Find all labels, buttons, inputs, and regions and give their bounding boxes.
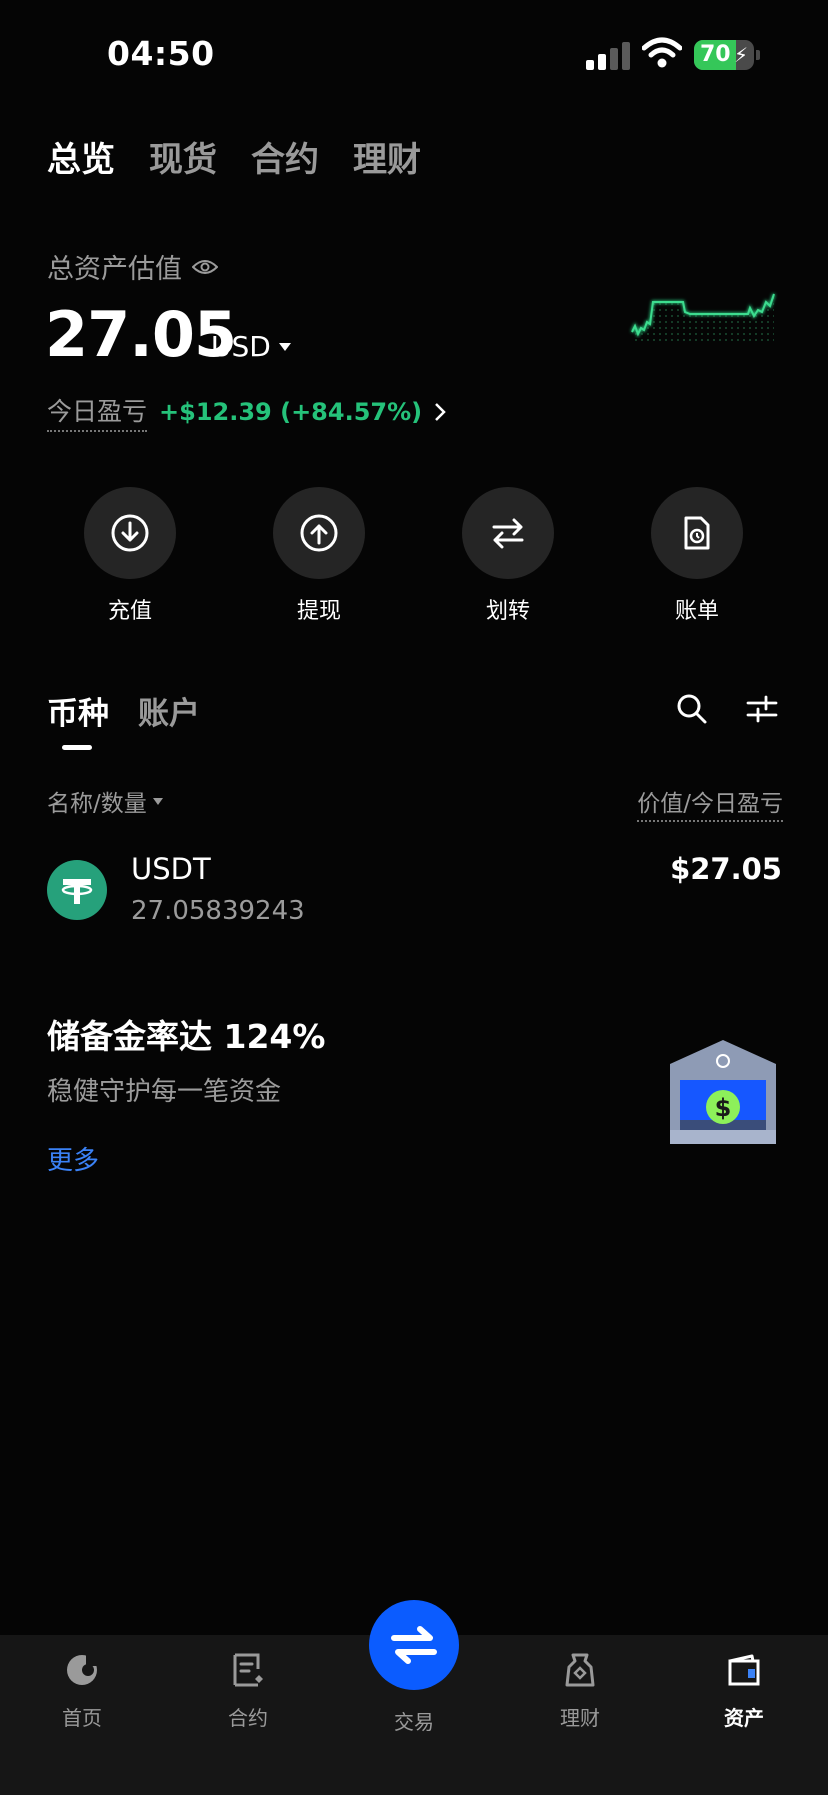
vault-bank-icon: $ bbox=[670, 1040, 776, 1144]
transfer-icon bbox=[462, 487, 554, 579]
total-asset-label: 总资产估值 bbox=[47, 254, 182, 285]
tab-coins[interactable]: 币种 bbox=[47, 688, 109, 733]
filter-settings-icon[interactable] bbox=[746, 694, 778, 724]
nav-finance[interactable]: 理财 bbox=[530, 1648, 630, 1731]
bill-button[interactable]: 账单 bbox=[637, 487, 757, 625]
name-amount-label: 名称/数量 bbox=[47, 791, 147, 817]
tab-accounts[interactable]: 账户 bbox=[138, 688, 200, 733]
nav-home-label: 首页 bbox=[62, 1706, 102, 1730]
wifi-icon bbox=[642, 37, 682, 68]
battery-level: 70 bbox=[700, 42, 731, 67]
search-icon[interactable] bbox=[676, 693, 708, 725]
transfer-label: 划转 bbox=[485, 599, 530, 624]
caret-down-icon bbox=[278, 342, 291, 351]
svg-text:$: $ bbox=[715, 1094, 732, 1122]
nav-assets-label: 资产 bbox=[724, 1706, 764, 1730]
reserve-title: 储备金率达 124% bbox=[47, 1017, 326, 1056]
reserve-more-link[interactable]: 更多 bbox=[47, 1140, 99, 1177]
nav-contract[interactable]: 合约 bbox=[198, 1648, 298, 1731]
assets-icon bbox=[722, 1648, 766, 1692]
balance-sparkline[interactable] bbox=[628, 284, 778, 344]
reserve-subtitle: 稳健守护每一笔资金 bbox=[47, 1077, 282, 1107]
tab-overview[interactable]: 总览 bbox=[47, 132, 115, 181]
eye-icon[interactable] bbox=[192, 258, 218, 276]
charging-bolt-icon: ⚡ bbox=[734, 43, 749, 67]
deposit-button[interactable]: 充值 bbox=[70, 487, 190, 625]
currency-label: USD bbox=[211, 330, 271, 363]
tab-spot[interactable]: 现货 bbox=[149, 132, 217, 181]
nav-assets[interactable]: 资产 bbox=[694, 1648, 794, 1731]
bill-icon bbox=[651, 487, 743, 579]
tab-futures[interactable]: 合约 bbox=[251, 132, 319, 181]
trade-button[interactable] bbox=[369, 1600, 459, 1690]
active-tab-indicator bbox=[62, 745, 92, 750]
today-pnl-row[interactable]: 今日盈亏 +$12.39 (+84.57%) bbox=[47, 392, 446, 432]
caret-down-icon bbox=[152, 797, 163, 805]
trade-icon bbox=[391, 1626, 437, 1664]
nav-contract-label: 合约 bbox=[228, 1706, 268, 1730]
home-icon bbox=[60, 1648, 104, 1692]
top-tabs: 总览 现货 合约 理财 bbox=[47, 132, 421, 181]
total-asset-label-row: 总资产估值 bbox=[47, 247, 218, 286]
chevron-right-icon bbox=[435, 403, 446, 421]
deposit-label: 充值 bbox=[107, 599, 152, 624]
transfer-button[interactable]: 划转 bbox=[448, 487, 568, 625]
sort-by-name-header[interactable]: 名称/数量 bbox=[47, 784, 163, 818]
tab-earn[interactable]: 理财 bbox=[353, 132, 421, 181]
asset-amount: 27.05839243 bbox=[131, 896, 305, 926]
currency-selector[interactable]: USD bbox=[211, 330, 291, 363]
total-balance: 27.05 bbox=[45, 298, 237, 371]
withdraw-icon bbox=[273, 487, 365, 579]
battery-indicator: 70 ⚡ bbox=[694, 40, 754, 70]
withdraw-button[interactable]: 提现 bbox=[259, 487, 379, 625]
value-pnl-header[interactable]: 价值/今日盈亏 bbox=[637, 784, 783, 822]
finance-icon bbox=[558, 1648, 602, 1692]
withdraw-label: 提现 bbox=[296, 599, 341, 624]
nav-finance-label: 理财 bbox=[560, 1706, 600, 1730]
contract-icon bbox=[226, 1648, 270, 1692]
today-pnl-value: +$12.39 (+84.57%) bbox=[159, 398, 423, 426]
status-time: 04:50 bbox=[107, 34, 215, 73]
battery-cap bbox=[756, 50, 760, 60]
bill-label: 账单 bbox=[674, 599, 719, 624]
cellular-signal-icon bbox=[586, 42, 630, 70]
asset-value: $27.05 bbox=[670, 852, 782, 886]
nav-trade-label[interactable]: 交易 bbox=[364, 1706, 464, 1735]
nav-home[interactable]: 首页 bbox=[32, 1648, 132, 1731]
usdt-logo-icon bbox=[47, 860, 107, 920]
deposit-icon bbox=[84, 487, 176, 579]
asset-symbol[interactable]: USDT bbox=[131, 852, 211, 886]
today-pnl-label: 今日盈亏 bbox=[47, 392, 148, 432]
